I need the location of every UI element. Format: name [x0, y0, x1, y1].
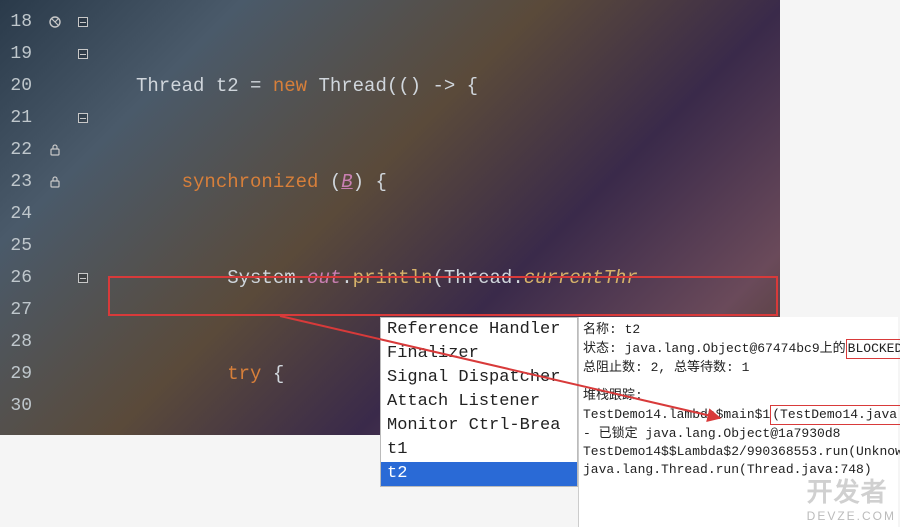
line-number: 27 [0, 294, 32, 326]
detail-name-label: 名称: [583, 322, 617, 337]
line-number: 19 [0, 38, 32, 70]
fold-gutter [70, 0, 96, 435]
line-number: 29 [0, 358, 32, 390]
thread-list-item-selected[interactable]: t2 [381, 462, 577, 486]
fold-toggle[interactable] [70, 262, 96, 294]
detail-state-pre: java.lang.Object@67474bc9上的 [625, 341, 846, 356]
line-number: 20 [0, 70, 32, 102]
annotation-highlight-blocked: BLOCKED [846, 339, 900, 359]
thread-list-panel: Reference Handler Finalizer Signal Dispa… [380, 317, 578, 487]
lock-marker-icon [48, 175, 62, 189]
detail-blocked-value: 2, [651, 360, 667, 375]
thread-list-item[interactable]: Attach Listener [381, 390, 577, 414]
thread-list-item[interactable]: Monitor Ctrl-Brea [381, 414, 577, 438]
code-line-18: Thread t2 = new Thread(() -> { [136, 70, 780, 102]
detail-waited-value: 1 [742, 360, 750, 375]
detail-waited-label: 总等待数: [674, 360, 734, 375]
fold-toggle[interactable] [70, 38, 96, 70]
detail-name-value: t2 [625, 322, 641, 337]
line-number: 26 [0, 262, 32, 294]
fold-toggle[interactable] [70, 102, 96, 134]
detail-state-label: 状态: [583, 341, 617, 356]
line-number-gutter: 18 19 20 21 22 23 24 25 26 27 28 29 30 [0, 0, 40, 435]
code-line-19: synchronized (B) { [136, 166, 780, 198]
stack-frame: TestDemo14$$Lambda$2/990368553.run(Unkno… [583, 443, 894, 461]
thread-list-item[interactable]: Signal Dispatcher [381, 366, 577, 390]
line-number: 24 [0, 198, 32, 230]
stack-frame: TestDemo14.lambda$main$1 [583, 407, 770, 422]
thread-list-item[interactable]: Finalizer [381, 342, 577, 366]
code-line-20: System.out.println(Thread.currentThr [136, 262, 780, 294]
annotation-highlight-stackline: (TestDemo14.java:27) [770, 405, 900, 425]
fold-toggle[interactable] [70, 6, 96, 38]
lambda-marker-icon [48, 15, 62, 29]
stack-frame: - 已锁定 java.lang.Object@1a7930d8 [583, 425, 894, 443]
marker-gutter [40, 0, 70, 435]
line-number: 28 [0, 326, 32, 358]
thread-list-item[interactable]: t1 [381, 438, 577, 462]
line-number: 25 [0, 230, 32, 262]
line-number: 30 [0, 390, 32, 422]
line-number: 22 [0, 134, 32, 166]
detail-blocked-label: 总阻止数: [583, 360, 643, 375]
line-number: 23 [0, 166, 32, 198]
watermark: 开发者 DEVZE.COM [807, 472, 896, 523]
thread-list-item[interactable]: Reference Handler [381, 318, 577, 342]
line-number: 18 [0, 6, 32, 38]
detail-stack-label: 堆栈跟踪: [583, 387, 894, 405]
line-number: 21 [0, 102, 32, 134]
lock-marker-icon [48, 143, 62, 157]
